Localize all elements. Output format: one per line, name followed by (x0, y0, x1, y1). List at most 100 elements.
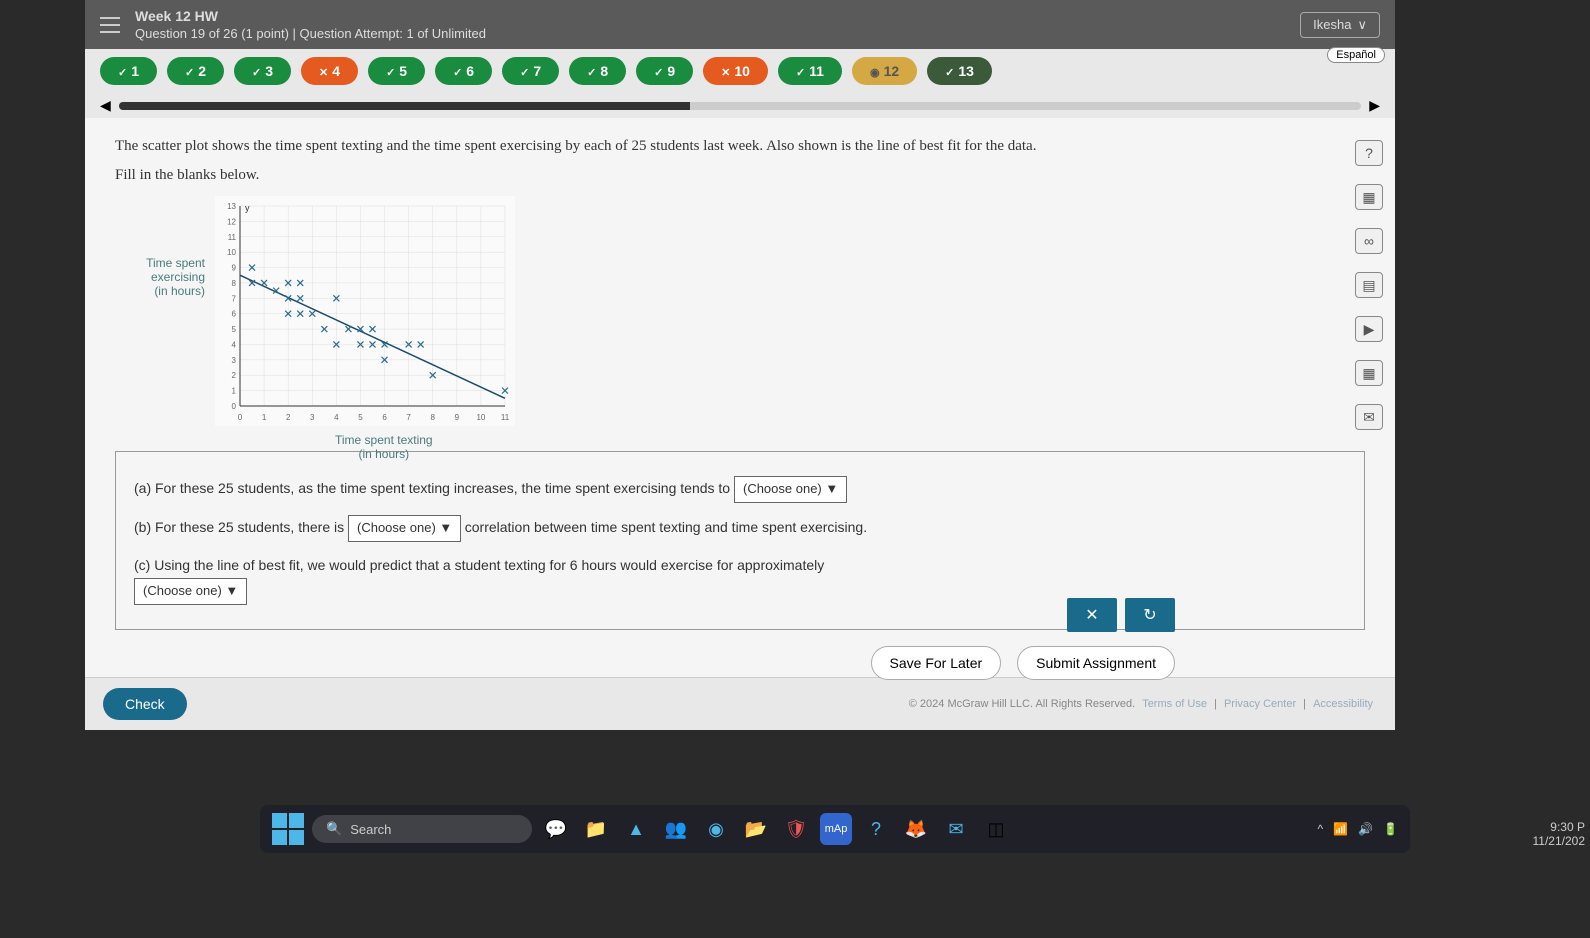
task-teams[interactable]: 👥 (660, 813, 692, 845)
question-info: Question 19 of 26 (1 point) | Question A… (135, 26, 1300, 41)
svg-text:13: 13 (227, 202, 236, 211)
question-pill-3[interactable]: 3 (234, 57, 291, 85)
task-app-1[interactable]: 💬 (540, 813, 572, 845)
privacy-link[interactable]: Privacy Center (1224, 698, 1296, 710)
task-app-12[interactable]: ◫ (980, 813, 1012, 845)
reset-button[interactable]: ↻ (1125, 598, 1175, 632)
svg-text:6: 6 (382, 413, 387, 422)
question-pill-7[interactable]: 7 (502, 57, 559, 85)
task-outlook[interactable]: ✉ (940, 813, 972, 845)
question-pill-10[interactable]: 10 (703, 57, 768, 85)
question-pill-9[interactable]: 9 (636, 57, 693, 85)
svg-text:5: 5 (358, 413, 363, 422)
question-pill-2[interactable]: 2 (167, 57, 224, 85)
system-tray[interactable]: ^ 📶 🔊 🔋 (1318, 822, 1399, 836)
hamburger-icon[interactable] (100, 17, 120, 33)
nav-prev-icon[interactable]: ◀ (100, 97, 111, 114)
check-icon (118, 63, 127, 79)
svg-text:7: 7 (232, 294, 237, 303)
check-icon (185, 63, 194, 79)
question-pill-11[interactable]: 11 (778, 57, 842, 85)
x-icon (721, 63, 730, 79)
question-pill-13[interactable]: 13 (927, 57, 992, 85)
svg-text:4: 4 (232, 340, 237, 349)
start-button[interactable] (272, 813, 304, 845)
check-icon (453, 63, 462, 79)
svg-text:9: 9 (232, 264, 237, 273)
clear-button[interactable]: ✕ (1067, 598, 1117, 632)
svg-text:0: 0 (238, 413, 243, 422)
svg-text:2: 2 (286, 413, 291, 422)
svg-text:11: 11 (228, 233, 237, 242)
calculator-icon[interactable]: ▦ (1355, 184, 1383, 210)
chevron-up-icon[interactable]: ^ (1318, 822, 1324, 836)
task-explorer[interactable]: 📂 (740, 813, 772, 845)
task-help[interactable]: ? (860, 813, 892, 845)
svg-text:10: 10 (227, 248, 236, 257)
question-b: (b) For these 25 students, there is (Cho… (134, 515, 1346, 542)
task-app-3[interactable]: ▲ (620, 813, 652, 845)
mail-icon[interactable]: ✉ (1355, 404, 1383, 430)
taskbar-search[interactable]: 🔍 Search (312, 815, 532, 843)
submit-button[interactable]: Submit Assignment (1017, 646, 1175, 680)
task-firefox[interactable]: 🦊 (900, 813, 932, 845)
language-toggle[interactable]: Español (1327, 47, 1385, 63)
windows-taskbar: 🔍 Search 💬 📁 ▲ 👥 ◉ 📂 🛡 mAp ? 🦊 ✉ ◫ ^ 📶 🔊… (260, 805, 1410, 853)
svg-text:5: 5 (232, 325, 237, 334)
check-icon (386, 63, 395, 79)
task-edge[interactable]: ◉ (700, 813, 732, 845)
task-shield[interactable]: 🛡 (780, 813, 812, 845)
question-pill-1[interactable]: 1 (100, 57, 157, 85)
question-pill-5[interactable]: 5 (368, 57, 425, 85)
infinity-icon[interactable]: ∞ (1355, 228, 1383, 254)
battery-icon[interactable]: 🔋 (1383, 822, 1398, 836)
terms-link[interactable]: Terms of Use (1142, 698, 1207, 710)
question-pill-8[interactable]: 8 (569, 57, 626, 85)
svg-text:10: 10 (476, 413, 485, 422)
notes-icon[interactable]: ▤ (1355, 272, 1383, 298)
app-header: Week 12 HW Question 19 of 26 (1 point) |… (85, 0, 1395, 49)
dropdown-b[interactable]: (Choose one) ▼ (348, 515, 461, 542)
check-icon (252, 63, 261, 79)
chevron-down-icon: ∨ (1357, 17, 1367, 33)
svg-text:1: 1 (232, 387, 237, 396)
question-content: The scatter plot shows the time spent te… (85, 118, 1395, 677)
x-axis-label: Time spent texting (in hours) (335, 433, 433, 461)
tool-sidebar: ? ▦ ∞ ▤ ▶ ▦ ✉ (1355, 140, 1383, 430)
progress-row: ◀ ▶ (85, 93, 1395, 118)
footer-links: © 2024 McGraw Hill LLC. All Rights Reser… (909, 698, 1377, 710)
dot-icon (870, 63, 880, 79)
svg-text:12: 12 (227, 217, 236, 226)
scatter-chart: Time spent exercising (in hours) 0123456… (215, 196, 615, 431)
user-name: Ikesha (1313, 17, 1351, 32)
chart-svg: 01234567891011012345678910111213y (215, 196, 515, 426)
user-menu[interactable]: Ikesha ∨ (1300, 12, 1380, 38)
check-icon (520, 63, 529, 79)
x-icon (319, 63, 328, 79)
task-app-2[interactable]: 📁 (580, 813, 612, 845)
dropdown-c[interactable]: (Choose one) ▼ (134, 578, 247, 605)
check-icon (945, 63, 954, 79)
task-app-8[interactable]: mAp (820, 813, 852, 845)
nav-next-icon[interactable]: ▶ (1369, 97, 1380, 114)
question-pill-4[interactable]: 4 (301, 57, 358, 85)
question-pill-6[interactable]: 6 (435, 57, 492, 85)
svg-text:2: 2 (232, 371, 237, 380)
svg-text:8: 8 (431, 413, 436, 422)
svg-text:3: 3 (232, 356, 237, 365)
check-button[interactable]: Check (103, 688, 187, 720)
search-icon: 🔍 (326, 821, 342, 837)
play-icon[interactable]: ▶ (1355, 316, 1383, 342)
w wifi-icon[interactable]: 📶 (1333, 822, 1348, 836)
svg-text:0: 0 (232, 402, 237, 411)
grid-icon[interactable]: ▦ (1355, 360, 1383, 386)
volume-icon[interactable]: 🔊 (1358, 822, 1373, 836)
help-icon[interactable]: ? (1355, 140, 1383, 166)
check-icon (587, 63, 596, 79)
dropdown-a[interactable]: (Choose one) ▼ (734, 476, 847, 503)
bottom-bar: Check © 2024 McGraw Hill LLC. All Rights… (85, 677, 1395, 730)
question-pill-12[interactable]: 12 (852, 57, 917, 85)
system-clock[interactable]: 9:30 P 11/21/202 (1533, 820, 1586, 848)
accessibility-link[interactable]: Accessibility (1313, 698, 1373, 710)
save-button[interactable]: Save For Later (871, 646, 1002, 680)
